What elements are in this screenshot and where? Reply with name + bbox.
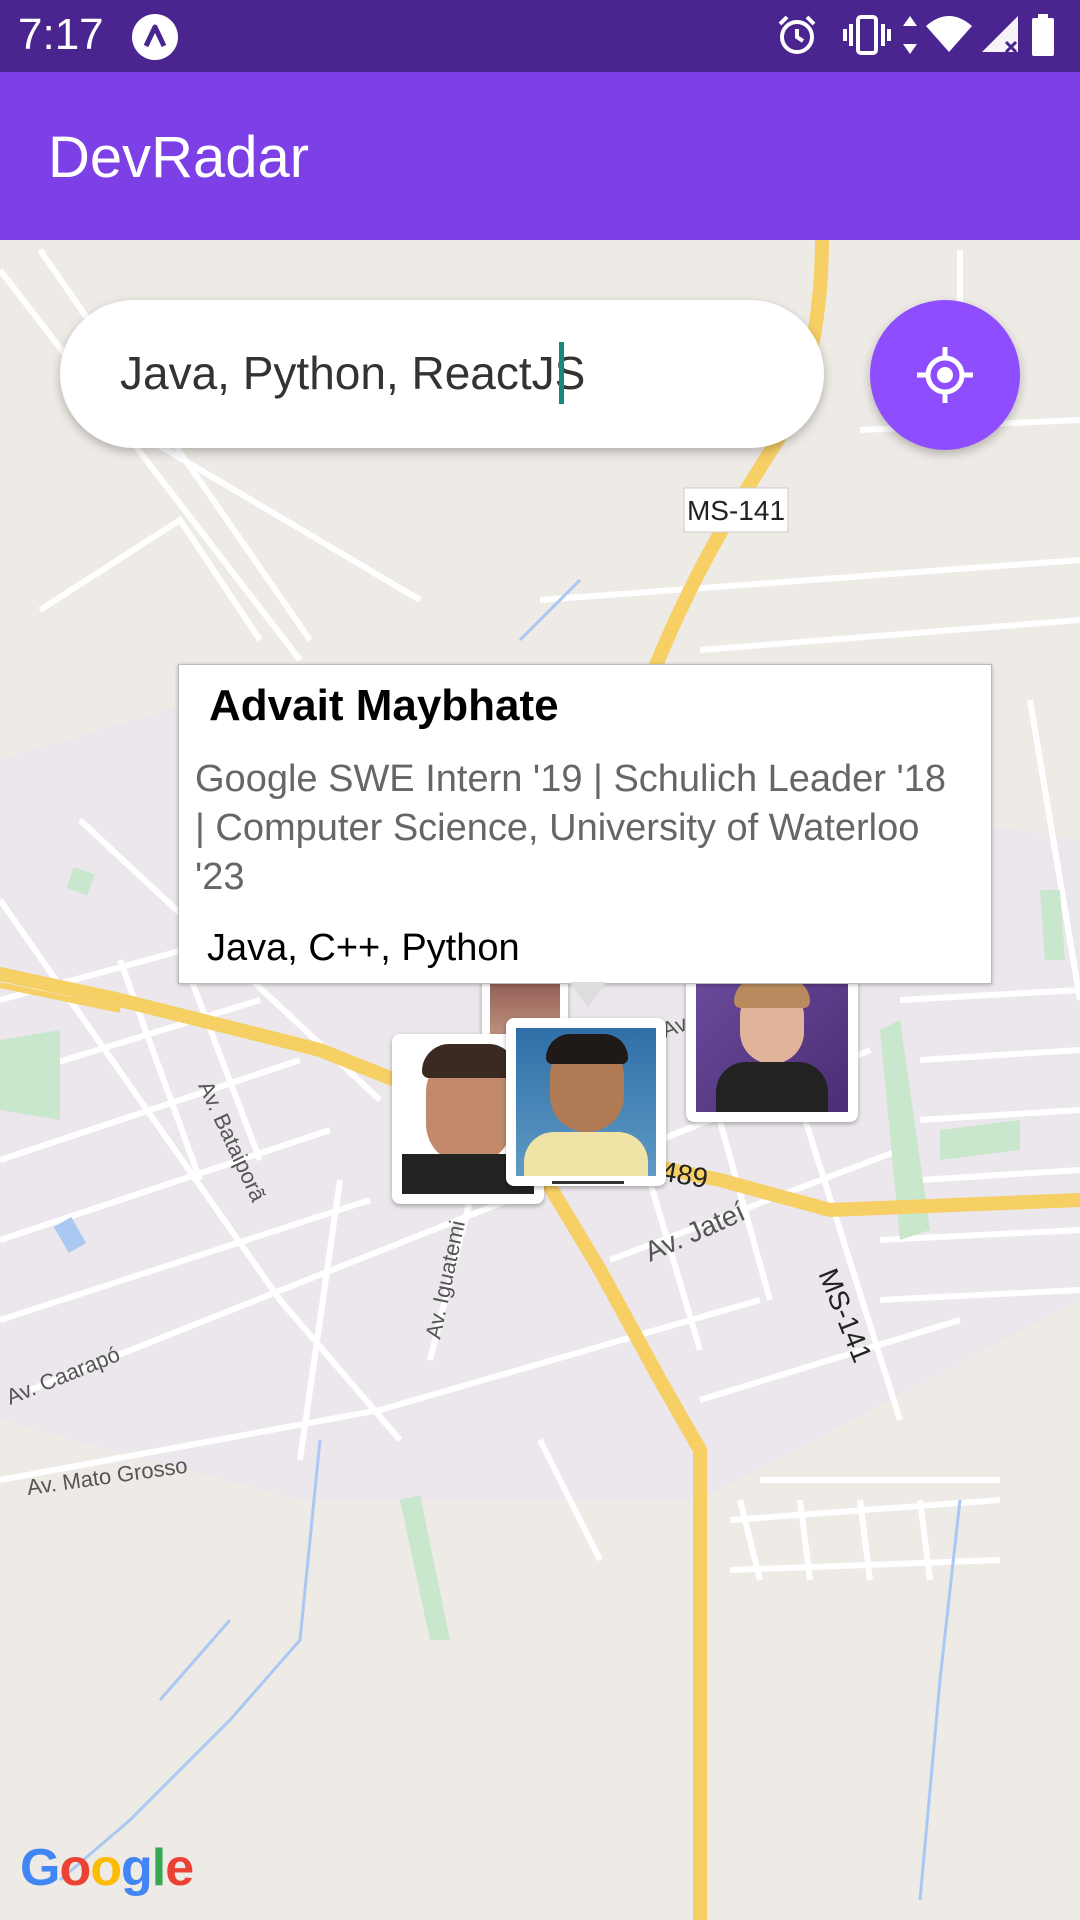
search-input-value[interactable]: Java, Python, ReactJS (120, 346, 585, 400)
wifi-icon (926, 16, 972, 52)
data-arrows-icon (903, 16, 917, 54)
dev-marker-avatar-selected[interactable] (506, 1018, 666, 1186)
status-time: 7:17 (18, 10, 104, 59)
dev-marker-avatar[interactable] (686, 964, 858, 1122)
callout-pointer (570, 982, 606, 1008)
text-caret (559, 342, 564, 404)
app-bar: DevRadar (0, 72, 1080, 240)
app-notification-icon (132, 14, 178, 60)
vibrate-icon (843, 15, 891, 55)
dev-techs: Java, C++, Python (207, 927, 520, 969)
signal-icon (982, 16, 1018, 54)
google-logo: Google (20, 1839, 194, 1897)
app-title: DevRadar (48, 125, 310, 190)
search-input[interactable]: Java, Python, ReactJS (60, 300, 824, 448)
status-bar: 7:17 (0, 0, 1080, 72)
battery-icon (1032, 14, 1054, 56)
alarm-icon (778, 15, 816, 54)
dev-bio: Google SWE Intern '19 | Schulich Leader … (195, 758, 947, 898)
my-location-icon (917, 347, 973, 403)
locate-button[interactable] (870, 300, 1020, 450)
dev-name: Advait Maybhate (209, 681, 559, 730)
dev-callout[interactable]: Advait Maybhate Google SWE Intern '19 | … (178, 664, 992, 984)
road-label-ms141-top: MS-141 (687, 495, 785, 526)
